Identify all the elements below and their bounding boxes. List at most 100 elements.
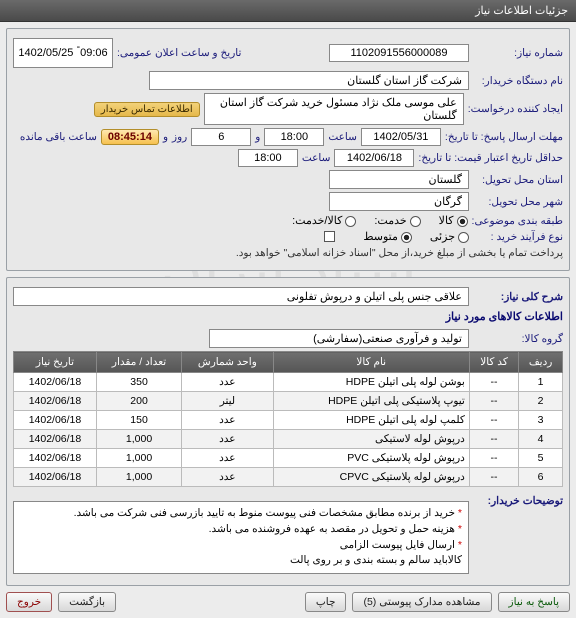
items-table: ردیف کد کالا نام کالا واحد شمارش تعداد /… [13, 351, 563, 487]
cell-unit: عدد [182, 449, 273, 468]
footer-bar: پاسخ به نیاز مشاهده مدارک پیوستی (5) چاپ… [6, 592, 570, 612]
table-row[interactable]: 6--درپوش لوله پلاستیکی CPVCعدد1,0001402/… [14, 468, 563, 487]
radio-mid[interactable]: متوسط [363, 230, 412, 243]
table-row[interactable]: 2--تیوپ پلاستیکی پلی اتیلن HDPEلیتر20014… [14, 392, 563, 411]
cell-code: -- [469, 392, 518, 411]
cell-idx: 6 [519, 468, 563, 487]
print-button[interactable]: چاپ [305, 592, 347, 612]
label-reply-deadline: مهلت ارسال پاسخ: تا تاریخ: [445, 131, 563, 143]
label-city: شهر محل تحویل: [473, 196, 563, 208]
label-hour-2: ساعت [302, 152, 331, 164]
cell-idx: 5 [519, 449, 563, 468]
value-requester: علی موسی ملک نژاد مسئول خرید شرکت گاز اس… [204, 93, 464, 125]
exit-button[interactable]: خروج [6, 592, 52, 612]
value-need-no: 1102091556000089 [329, 44, 469, 62]
radio-goods[interactable]: کالا [439, 214, 468, 227]
items-section-title: اطلاعات کالاهای مورد نیاز [13, 310, 563, 323]
value-province: گلستان [329, 170, 469, 189]
notes-box: * خرید از برنده مطابق مشخصات فنی پیوست م… [13, 501, 469, 574]
value-announce-dt: 1402/05/25 - 09:06 [13, 38, 113, 68]
countdown: 08:45:14 [101, 129, 159, 145]
label-announce-dt: تاریخ و ساعت اعلان عمومی: [117, 47, 241, 59]
label-need-desc: شرح کلی نیاز: [473, 291, 563, 303]
cell-name: درپوش لوله لاستیکی [273, 430, 469, 449]
title-bar: جزئیات اطلاعات نیاز [0, 0, 576, 22]
cell-name: درپوش لوله پلاستیکی CPVC [273, 468, 469, 487]
th-unit: واحد شمارش [182, 352, 273, 373]
value-goods-group: تولید و فرآوری صنعتی(سفارشی) [209, 329, 469, 348]
cell-idx: 2 [519, 392, 563, 411]
window: جزئیات اطلاعات نیاز شماره نیاز: 11020915… [0, 0, 576, 612]
label-validity: حداقل تاریخ اعتبار قیمت: تا تاریخ: [418, 152, 563, 164]
pay-checkbox[interactable] [321, 231, 335, 243]
cell-code: -- [469, 430, 518, 449]
cell-date: 1402/06/18 [14, 392, 97, 411]
label-goods-group: گروه کالا: [473, 333, 563, 345]
radio-goods-service[interactable]: کالا/خدمت: [292, 214, 356, 227]
note-line: ارسال فایل پیوست الزامی [340, 539, 455, 551]
cell-code: -- [469, 411, 518, 430]
cell-date: 1402/06/18 [14, 373, 97, 392]
cell-unit: عدد [182, 373, 273, 392]
cell-date: 1402/06/18 [14, 449, 97, 468]
header-panel: شماره نیاز: 1102091556000089 تاریخ و ساع… [6, 28, 570, 271]
cell-qty: 150 [96, 411, 181, 430]
th-code: کد کالا [469, 352, 518, 373]
label-and: و [255, 131, 260, 143]
cell-code: -- [469, 468, 518, 487]
cell-name: بوشن لوله پلی اتیلن HDPE [273, 373, 469, 392]
note-line: خرید از برنده مطابق مشخصات فنی پیوست منو… [74, 507, 455, 519]
table-row[interactable]: 4--درپوش لوله لاستیکیعدد1,0001402/06/18 [14, 430, 563, 449]
cell-name: تیوپ پلاستیکی پلی اتیلن HDPE [273, 392, 469, 411]
th-row: ردیف [519, 352, 563, 373]
label-notes: توضیحات خریدار: [473, 495, 563, 507]
cell-code: -- [469, 449, 518, 468]
radio-joint[interactable]: جزئی [430, 230, 469, 243]
cell-unit: عدد [182, 430, 273, 449]
window-title: جزئیات اطلاعات نیاز [475, 5, 568, 17]
label-need-no: شماره نیاز: [473, 47, 563, 59]
label-hour-1: ساعت [328, 131, 357, 143]
label-class: طبقه بندی موضوعی: [472, 215, 563, 227]
cell-date: 1402/06/18 [14, 430, 97, 449]
value-reply-date: 1402/05/31 [361, 128, 441, 146]
label-proc-type: نوع فرآیند خرید : [473, 231, 563, 243]
cell-qty: 1,000 [96, 430, 181, 449]
contact-chip[interactable]: اطلاعات تماس خریدار [94, 102, 200, 117]
value-validity-date: 1402/06/18 [334, 149, 414, 167]
table-row[interactable]: 3--کلمپ لوله پلی اتیلن HDPEعدد1501402/06… [14, 411, 563, 430]
note-line: هزینه حمل و تحویل در مقصد به عهده فروشند… [209, 523, 455, 535]
radio-service[interactable]: خدمت: [374, 214, 420, 227]
attachments-button[interactable]: مشاهده مدارک پیوستی (5) [352, 592, 491, 612]
cell-date: 1402/06/18 [14, 411, 97, 430]
value-buyer-org: شرکت گاز استان گلستان [149, 71, 469, 90]
cell-qty: 1,000 [96, 468, 181, 487]
label-remaining: ساعت باقی مانده [20, 131, 97, 143]
cell-code: -- [469, 373, 518, 392]
class-radio-set: کالا خدمت: کالا/خدمت: [292, 214, 467, 227]
table-row[interactable]: 5--درپوش لوله پلاستیکی PVCعدد1,0001402/0… [14, 449, 563, 468]
proc-radio-set: جزئی متوسط [363, 230, 469, 243]
back-button[interactable]: بازگشت [58, 592, 116, 612]
cell-qty: 350 [96, 373, 181, 392]
cell-idx: 1 [519, 373, 563, 392]
label-and-2: و [163, 131, 168, 143]
label-buyer-org: نام دستگاه خریدار: [473, 75, 563, 87]
cell-name: درپوش لوله پلاستیکی PVC [273, 449, 469, 468]
cell-idx: 3 [519, 411, 563, 430]
cell-date: 1402/06/18 [14, 468, 97, 487]
value-city: گرگان [329, 192, 469, 211]
cell-unit: لیتر [182, 392, 273, 411]
reply-button[interactable]: پاسخ به نیاز [498, 592, 570, 612]
cell-qty: 1,000 [96, 449, 181, 468]
value-remaining-days: 6 [191, 128, 251, 146]
cell-unit: عدد [182, 411, 273, 430]
pay-note: پرداخت تمام یا بخشی از مبلغ خرید،از محل … [236, 247, 563, 259]
note-line: کالاباید سالم و بسته بندی و بر روی پالت [290, 554, 462, 566]
th-name: نام کالا [273, 352, 469, 373]
th-date: تاریخ نیاز [14, 352, 97, 373]
cell-name: کلمپ لوله پلی اتیلن HDPE [273, 411, 469, 430]
cell-unit: عدد [182, 468, 273, 487]
table-row[interactable]: 1--بوشن لوله پلی اتیلن HDPEعدد3501402/06… [14, 373, 563, 392]
summary-panel: شرح کلی نیاز: علاقی جنس پلی اتیلن و درپو… [6, 277, 570, 586]
